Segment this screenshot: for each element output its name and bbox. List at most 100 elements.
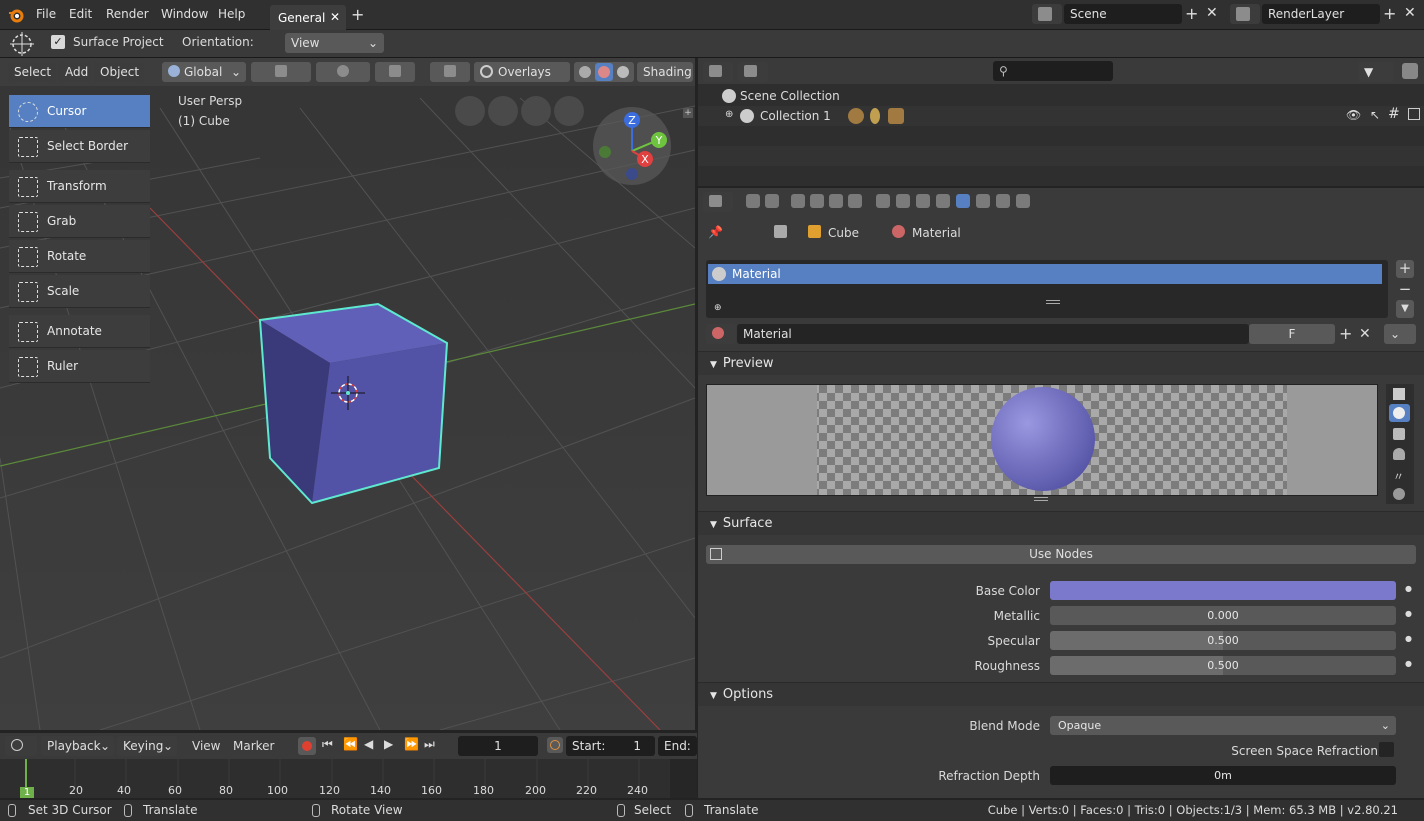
output-tab-icon[interactable] <box>791 194 805 208</box>
breadcrumb-object[interactable]: Cube <box>828 226 859 240</box>
material-name-field[interactable]: Material <box>737 324 1249 344</box>
shading-dropdown[interactable]: Shading <box>637 62 693 82</box>
list-options-icon[interactable]: ⊕ <box>714 303 722 313</box>
surface-project-checkbox[interactable]: ✓ <box>51 35 65 49</box>
new-material-icon[interactable]: + <box>1339 324 1352 343</box>
timeline-editor-type-button[interactable] <box>5 736 37 756</box>
renderlayer-browse-button[interactable] <box>1230 4 1260 24</box>
eye-icon[interactable]: 👁 <box>1346 108 1361 122</box>
object-type-visibility-button[interactable] <box>375 62 415 82</box>
add-scene-icon[interactable]: + <box>1185 4 1198 23</box>
material-tab-icon[interactable] <box>956 194 970 208</box>
view-camera-button[interactable] <box>455 96 485 126</box>
jump-end-icon[interactable]: ⏭ <box>424 737 435 752</box>
3d-viewport[interactable]: Select Add Object Global ⌄ Overlays Shadi… <box>0 58 695 730</box>
timeline-marker-menu[interactable]: Marker <box>233 739 274 753</box>
scene-tab-icon[interactable] <box>829 194 843 208</box>
shading-mode-buttons[interactable] <box>574 62 634 82</box>
delete-scene-icon[interactable]: ✕ <box>1206 5 1218 21</box>
outliner-row-scene-collection[interactable]: Scene Collection <box>698 86 1424 106</box>
renderlayer-name-field[interactable]: RenderLayer <box>1262 4 1380 24</box>
mesh-object-icon[interactable] <box>888 108 904 124</box>
menu-help[interactable]: Help <box>218 7 245 21</box>
properties-editor-type-button[interactable] <box>703 192 733 212</box>
use-nodes-button[interactable]: Use Nodes <box>706 545 1416 564</box>
keyframe-dot-icon[interactable]: ● <box>1405 609 1412 618</box>
pin-icon[interactable]: 📌 <box>708 225 723 239</box>
slot-specials-icon[interactable]: ▼ <box>1396 300 1414 318</box>
play-icon[interactable]: ▶ <box>384 737 393 751</box>
metallic-slider[interactable]: 0.000 <box>1050 606 1396 625</box>
outliner-row-collection[interactable]: ⊕ Collection 1 👁 ↖ # <box>698 106 1424 126</box>
tool-cursor[interactable]: Cursor <box>9 95 150 128</box>
blend-mode-dropdown[interactable]: Opaque ⌄ <box>1050 716 1396 735</box>
current-frame-field[interactable]: 1 <box>458 736 538 756</box>
rendered-shading-icon[interactable] <box>617 66 629 78</box>
tool-select-border[interactable]: Select Border <box>9 130 150 163</box>
resize-handle-icon[interactable] <box>1046 300 1060 304</box>
expand-icon[interactable]: ⊕ <box>725 109 733 120</box>
transform-orientation-dropdown[interactable]: Global ⌄ <box>162 62 246 82</box>
unlink-material-icon[interactable]: ✕ <box>1359 326 1371 342</box>
object-tab-icon[interactable] <box>876 194 890 208</box>
texture-tab-icon[interactable] <box>976 194 990 208</box>
keying-menu[interactable]: Keying ⌄ <box>117 736 177 756</box>
solid-shading-icon[interactable] <box>579 66 591 78</box>
close-icon[interactable]: ✕ <box>330 10 340 24</box>
material-browse-button[interactable] <box>706 324 736 344</box>
keyframe-dot-icon[interactable]: ● <box>1405 659 1412 668</box>
timeline-view-menu[interactable]: View <box>192 739 220 753</box>
surface-panel-header[interactable]: ▼ Surface <box>698 511 1424 535</box>
material-link-dropdown[interactable]: ⌄ <box>1384 324 1416 344</box>
preview-panel-header[interactable]: ▼ Preview <box>698 351 1424 375</box>
play-reverse-icon[interactable]: ◀ <box>364 737 373 751</box>
physics-tab-icon[interactable] <box>1016 194 1030 208</box>
ssr-checkbox[interactable] <box>1379 742 1394 757</box>
move-view-button[interactable] <box>521 96 551 126</box>
add-slot-icon[interactable]: + <box>1396 260 1414 278</box>
keyframe-dot-icon[interactable]: ● <box>1405 634 1412 643</box>
remove-slot-icon[interactable]: − <box>1396 280 1414 298</box>
keyframe-dot-icon[interactable]: ● <box>1405 584 1412 593</box>
grid-icon[interactable]: # <box>1388 106 1400 122</box>
playback-menu[interactable]: Playback ⌄ <box>41 736 114 756</box>
base-color-swatch[interactable] <box>1050 581 1396 600</box>
fake-user-toggle[interactable]: F <box>1249 324 1335 344</box>
light-object-icon[interactable] <box>870 108 880 124</box>
navigation-gizmo[interactable]: Z Y X <box>592 106 674 188</box>
render-camera-icon[interactable] <box>1408 108 1420 120</box>
gizmo-toggle-button[interactable] <box>430 62 470 82</box>
menu-render[interactable]: Render <box>106 7 149 21</box>
preview-resize-handle[interactable] <box>1034 497 1048 501</box>
delete-renderlayer-icon[interactable]: ✕ <box>1404 5 1416 21</box>
sidebar-toggle-icon[interactable]: + <box>683 108 693 118</box>
jump-keyframe-back-icon[interactable]: ⏪ <box>343 737 358 751</box>
particles-tab-icon[interactable] <box>996 194 1010 208</box>
roughness-slider[interactable]: 0.500 <box>1050 656 1396 675</box>
view-layer-tab-icon[interactable] <box>810 194 824 208</box>
end-frame-field[interactable]: End: <box>658 736 697 756</box>
preview-monkey-icon[interactable] <box>1393 448 1405 460</box>
menu-select[interactable]: Select <box>8 62 56 82</box>
select-arrow-icon[interactable]: ↖ <box>1370 108 1380 122</box>
proportional-edit-button[interactable] <box>316 62 370 82</box>
preview-plane-icon[interactable] <box>1393 388 1405 400</box>
camera-object-icon[interactable] <box>848 108 864 124</box>
scene-name-field[interactable]: Scene <box>1064 4 1182 24</box>
menu-window[interactable]: Window <box>161 7 208 21</box>
constraints-tab-icon[interactable] <box>896 194 910 208</box>
tool-tab-icon[interactable] <box>746 194 760 208</box>
menu-file[interactable]: File <box>36 7 56 21</box>
camera-view-button[interactable] <box>488 96 518 126</box>
overlays-dropdown[interactable]: Overlays <box>474 62 570 82</box>
add-renderlayer-icon[interactable]: + <box>1383 4 1396 23</box>
new-collection-icon[interactable] <box>1402 63 1418 79</box>
object-data-tab-icon[interactable] <box>936 194 950 208</box>
world-tab-icon[interactable] <box>848 194 862 208</box>
menu-object[interactable]: Object <box>94 62 144 82</box>
tool-scale[interactable]: Scale <box>9 275 150 308</box>
blender-logo-icon[interactable] <box>8 7 24 23</box>
tool-transform[interactable]: Transform <box>9 170 150 203</box>
material-slot-item[interactable]: Material <box>708 264 1382 284</box>
menu-add[interactable]: Add <box>59 62 91 82</box>
